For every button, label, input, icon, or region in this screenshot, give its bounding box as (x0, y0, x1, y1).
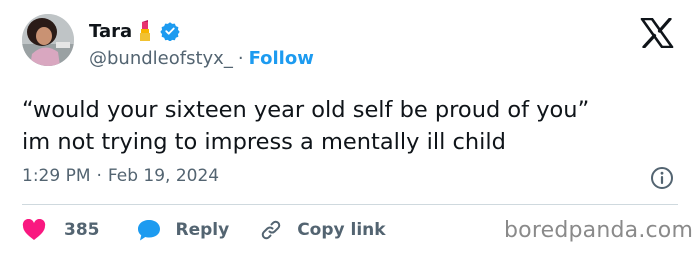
watermark-text: boredpanda.com (504, 218, 694, 243)
like-button[interactable]: 385 (22, 219, 100, 241)
tweet-text-line: “would your sixteen year old self be pro… (22, 97, 590, 123)
tweet-timestamp[interactable]: 1:29 PM · Feb 19, 2024 (22, 166, 219, 186)
separator-dot: · (237, 48, 244, 69)
author-name[interactable]: Tara (89, 21, 132, 42)
action-bar: 385 Reply Copy link (22, 216, 386, 244)
copy-link-button[interactable]: Copy link (259, 218, 386, 242)
handle-row: @bundleofstyx_ · Follow (89, 48, 314, 69)
verified-badge-icon (160, 21, 180, 42)
tweet-date: Feb 19, 2024 (107, 166, 220, 186)
reply-bubble-icon (136, 218, 162, 242)
author-handle[interactable]: @bundleofstyx_ (89, 48, 233, 69)
tweet-text-line: im not trying to impress a mentally ill … (22, 129, 506, 155)
heart-icon (22, 219, 46, 241)
reply-button[interactable]: Reply (136, 218, 230, 242)
reply-label: Reply (175, 220, 230, 240)
author-name-row: Tara (89, 20, 180, 42)
tweet-card: Tara @bundleofstyx_ · Follow “would your… (0, 0, 700, 256)
copy-link-label: Copy link (297, 220, 386, 240)
lipstick-icon (136, 20, 154, 42)
avatar[interactable] (22, 14, 74, 66)
info-icon[interactable] (650, 166, 674, 190)
like-count: 385 (64, 220, 100, 240)
tweet-text: “would your sixteen year old self be pro… (22, 94, 682, 158)
tweet-time: 1:29 PM (22, 166, 91, 186)
x-logo-icon[interactable] (640, 17, 674, 49)
separator-dot: · (96, 166, 102, 186)
follow-button[interactable]: Follow (249, 48, 314, 69)
link-icon (259, 218, 283, 242)
divider (22, 204, 678, 205)
